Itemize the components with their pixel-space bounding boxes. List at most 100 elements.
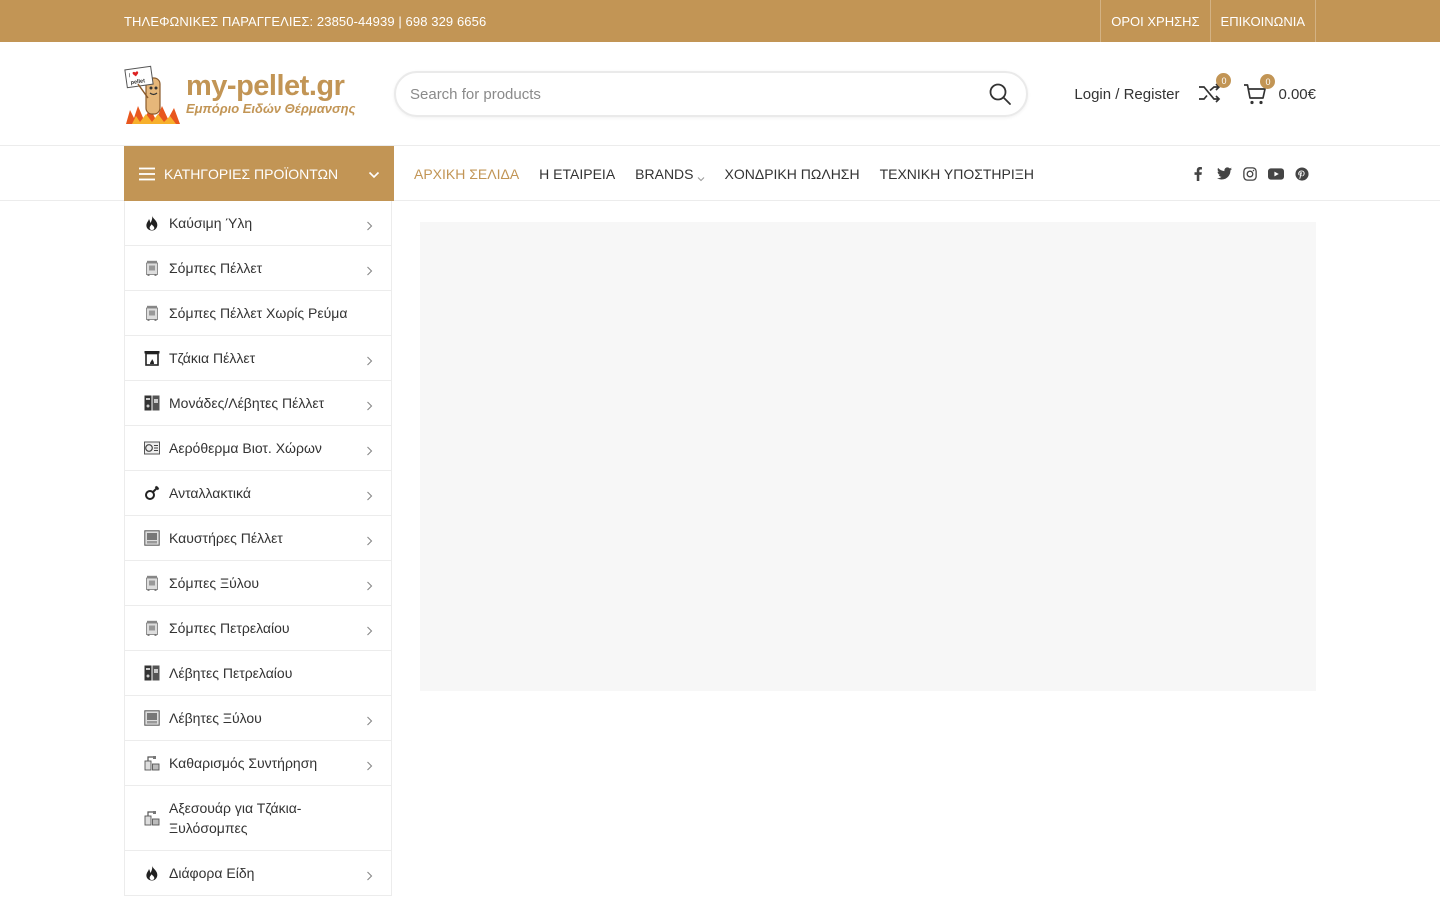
phone-orders-text: ΤΗΛΕΦΩΝΙΚΕΣ ΠΑΡΑΓΓΕΛΙΕΣ: 23850-44939 | 6… bbox=[124, 13, 487, 29]
category-item[interactable]: Μονάδες/Λέβητες Πέλλετ bbox=[125, 381, 391, 426]
flame-icon bbox=[144, 865, 160, 881]
categories-toggle[interactable]: ΚΑΤΗΓΟΡΙΕΣ ΠΡΟΪΟΝΤΩΝ bbox=[124, 146, 394, 201]
category-item[interactable]: Καύσιμη Ύλη bbox=[125, 201, 391, 246]
logo-title: my-pellet.gr bbox=[186, 70, 345, 102]
pellet-mascot-logo: I pellet bbox=[124, 64, 182, 124]
pinterest-icon[interactable] bbox=[1294, 166, 1310, 182]
menu-item-brands[interactable]: BRANDS bbox=[635, 166, 704, 182]
burner-icon bbox=[144, 530, 160, 546]
heater-icon bbox=[144, 440, 160, 456]
category-label: Τζάκια Πέλλετ bbox=[169, 350, 256, 366]
category-item[interactable]: Διάφορα Είδη bbox=[125, 851, 391, 896]
menu-item-brands-label: BRANDS bbox=[635, 165, 694, 182]
menu-item-company[interactable]: Η ΕΤΑΙΡΕΙΑ bbox=[539, 166, 615, 182]
chevron-right-icon bbox=[366, 533, 373, 546]
main-navigation: ΚΑΤΗΓΟΡΙΕΣ ΠΡΟΪΟΝΤΩΝ ΑΡΧΙΚΗ ΣΕΛΙΔΑ Η ΕΤΑ… bbox=[0, 146, 1440, 201]
menu-item-support[interactable]: ΤΕΧΝΙΚΗ ΥΠΟΣΤΗΡΙΞΗ bbox=[880, 166, 1034, 182]
category-label: Διάφορα Είδη bbox=[169, 865, 255, 881]
boiler-icon bbox=[144, 395, 160, 411]
category-item[interactable]: Καθαρισμός Συντήρηση bbox=[125, 741, 391, 786]
facebook-icon[interactable] bbox=[1190, 166, 1206, 182]
category-label: Σόμπες Πετρελαίου bbox=[169, 620, 290, 636]
cart-total: 0.00€ bbox=[1278, 85, 1316, 103]
category-item[interactable]: Τζάκια Πέλλετ bbox=[125, 336, 391, 381]
category-label: Σόμπες Πέλλετ bbox=[169, 260, 263, 276]
category-item[interactable]: Λέβητες Πετρελαίου bbox=[125, 651, 391, 696]
site-logo[interactable]: I pellet my-pellet.gr Εμπόριο Ειδών Θέρμ… bbox=[124, 64, 372, 124]
category-item[interactable]: Σόμπες Πετρελαίου bbox=[125, 606, 391, 651]
top-links: ΟΡΟΙ ΧΡΗΣΗΣ ΕΠΙΚΟΙΝΩΝΙΑ bbox=[1100, 0, 1316, 42]
youtube-icon[interactable] bbox=[1268, 166, 1284, 182]
menu-item-home[interactable]: ΑΡΧΙΚΗ ΣΕΛΙΔΑ bbox=[414, 166, 519, 182]
cleaning-icon bbox=[144, 755, 160, 771]
compare-button[interactable]: 0 bbox=[1197, 73, 1232, 109]
chevron-right-icon bbox=[366, 713, 373, 726]
chevron-down-icon bbox=[368, 168, 380, 180]
cart-icon bbox=[1243, 84, 1267, 110]
chevron-down-icon bbox=[697, 170, 705, 181]
category-list: Καύσιμη Ύλη Σόμπες Πέλλετ Σόμπες Πέλλετ Χω… bbox=[124, 201, 392, 896]
login-register-link[interactable]: Login / Register bbox=[1074, 86, 1179, 103]
category-item[interactable]: Αξεσουάρ για Τζάκια-Ξυλόσομπες bbox=[125, 786, 391, 851]
cart-count-badge: 0 bbox=[1260, 74, 1276, 89]
chevron-right-icon bbox=[366, 398, 373, 411]
chevron-right-icon bbox=[366, 578, 373, 591]
chevron-right-icon bbox=[366, 218, 373, 231]
burner-icon bbox=[144, 710, 160, 726]
category-label: Ανταλλακτικά bbox=[169, 485, 251, 501]
top-bar: ΤΗΛΕΦΩΝΙΚΕΣ ΠΑΡΑΓΓΕΛΙΕΣ: 23850-44939 | 6… bbox=[0, 0, 1440, 42]
terms-link[interactable]: ΟΡΟΙ ΧΡΗΣΗΣ bbox=[1100, 0, 1209, 42]
hero-banner-placeholder bbox=[419, 222, 1316, 691]
spare-parts-icon bbox=[144, 485, 160, 501]
chevron-right-icon bbox=[366, 263, 373, 276]
chevron-right-icon bbox=[366, 758, 373, 771]
search-icon[interactable] bbox=[988, 82, 1012, 106]
category-item[interactable]: Σόμπες Ξύλου bbox=[125, 561, 391, 606]
stove-icon bbox=[144, 575, 160, 591]
logo-subtitle: Εμπόριο Ειδών Θέρμανσης bbox=[186, 101, 356, 116]
instagram-icon[interactable] bbox=[1242, 166, 1258, 182]
twitter-icon[interactable] bbox=[1216, 166, 1232, 182]
search-input[interactable] bbox=[410, 85, 988, 103]
category-label: Καυστήρες Πέλλετ bbox=[169, 530, 283, 546]
chevron-right-icon bbox=[366, 443, 373, 456]
stove-icon bbox=[144, 305, 160, 321]
category-item[interactable]: Αερόθερμα Βιοτ. Χώρων bbox=[125, 426, 391, 471]
fireplace-icon bbox=[144, 350, 160, 366]
compare-count-badge: 0 bbox=[1216, 73, 1232, 88]
category-label: Καθαρισμός Συντήρηση bbox=[169, 755, 318, 771]
cart-button[interactable]: 0 0.00€ bbox=[1243, 74, 1316, 106]
category-label: Αξεσουάρ για Τζάκια-Ξυλόσομπες bbox=[169, 800, 302, 836]
boiler-icon bbox=[144, 665, 160, 681]
category-label: Λέβητες Ξύλου bbox=[169, 710, 262, 726]
compare-icon bbox=[1197, 83, 1221, 109]
category-item[interactable]: Καυστήρες Πέλλετ bbox=[125, 516, 391, 561]
hamburger-icon bbox=[138, 167, 156, 181]
stove-icon bbox=[144, 620, 160, 636]
categories-toggle-label: ΚΑΤΗΓΟΡΙΕΣ ΠΡΟΪΟΝΤΩΝ bbox=[164, 165, 339, 182]
category-label: Λέβητες Πετρελαίου bbox=[169, 665, 293, 681]
chevron-right-icon bbox=[366, 488, 373, 501]
category-item[interactable]: Σόμπες Πέλλετ bbox=[125, 246, 391, 291]
stove-icon bbox=[144, 260, 160, 276]
chevron-right-icon bbox=[366, 353, 373, 366]
category-label: Αερόθερμα Βιοτ. Χώρων bbox=[169, 440, 322, 456]
category-item[interactable]: Σόμπες Πέλλετ Χωρίς Ρεύμα bbox=[125, 291, 391, 336]
chevron-right-icon bbox=[366, 623, 373, 636]
primary-menu: ΑΡΧΙΚΗ ΣΕΛΙΔΑ Η ΕΤΑΙΡΕΙΑ BRANDS ΧΟΝΔΡΙΚΗ… bbox=[414, 166, 1054, 182]
category-label: Μονάδες/Λέβητες Πέλλετ bbox=[169, 395, 325, 411]
chevron-right-icon bbox=[366, 868, 373, 881]
contact-link[interactable]: ΕΠΙΚΟΙΝΩΝΙΑ bbox=[1209, 0, 1316, 42]
menu-item-wholesale[interactable]: ΧΟΝΔΡΙΚΗ ΠΩΛΗΣΗ bbox=[725, 166, 860, 182]
site-header: I pellet my-pellet.gr Εμπόριο Ειδών Θέρμ… bbox=[0, 42, 1440, 146]
social-links bbox=[1180, 166, 1310, 182]
category-label: Σόμπες Ξύλου bbox=[169, 575, 260, 591]
flame-icon bbox=[144, 215, 160, 231]
category-label: Καύσιμη Ύλη bbox=[169, 215, 253, 231]
cleaning-icon bbox=[144, 810, 160, 826]
page-content: Καύσιμη Ύλη Σόμπες Πέλλετ Σόμπες Πέλλετ Χω… bbox=[124, 201, 1316, 896]
category-item[interactable]: Λέβητες Ξύλου bbox=[125, 696, 391, 741]
category-label: Σόμπες Πέλλετ Χωρίς Ρεύμα bbox=[169, 305, 348, 321]
category-item[interactable]: Ανταλλακτικά bbox=[125, 471, 391, 516]
product-search[interactable] bbox=[394, 71, 1028, 117]
